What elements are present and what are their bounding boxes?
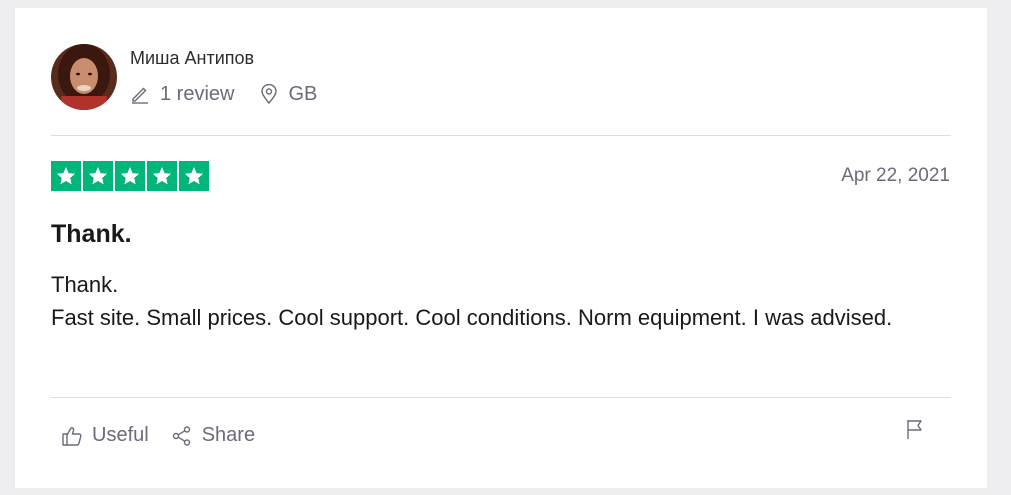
flag-icon — [907, 420, 922, 439]
review-card: Миша Антипов 1 review GB Apr 22, 2021 Th… — [15, 8, 987, 488]
star-icon — [83, 161, 113, 191]
share-icon — [172, 425, 190, 446]
divider — [51, 397, 951, 398]
consumer-name[interactable]: Миша Антипов — [130, 47, 317, 69]
review-actions: Useful Share — [61, 424, 255, 447]
share-label: Share — [201, 424, 256, 446]
star-icon — [179, 161, 209, 191]
location-pin-icon — [261, 84, 278, 104]
pencil-icon — [132, 87, 148, 104]
avatar[interactable] — [51, 44, 117, 110]
star-icon — [51, 161, 81, 191]
consumer-header: Миша Антипов 1 review GB — [51, 44, 317, 110]
review-count-label: 1 review — [160, 83, 235, 105]
share-button[interactable]: Share — [171, 424, 255, 447]
country-label: GB — [288, 83, 318, 105]
consumer-info: Миша Антипов 1 review GB — [130, 44, 317, 105]
consumer-meta: 1 review GB — [130, 83, 317, 105]
thumbs-up-icon — [62, 426, 82, 446]
star-icon — [115, 161, 145, 191]
review-count: 1 review — [130, 83, 234, 105]
review-title[interactable]: Thank. — [51, 220, 132, 249]
useful-label: Useful — [92, 424, 149, 446]
star-icon — [147, 161, 177, 191]
review-body: Thank. Fast site. Small prices. Cool sup… — [51, 272, 893, 330]
star-rating — [51, 161, 211, 191]
divider — [51, 135, 951, 136]
useful-button[interactable]: Useful — [61, 424, 149, 447]
review-date: Apr 22, 2021 — [841, 165, 950, 186]
report-flag-button[interactable] — [905, 418, 925, 445]
country: GB — [260, 83, 317, 105]
